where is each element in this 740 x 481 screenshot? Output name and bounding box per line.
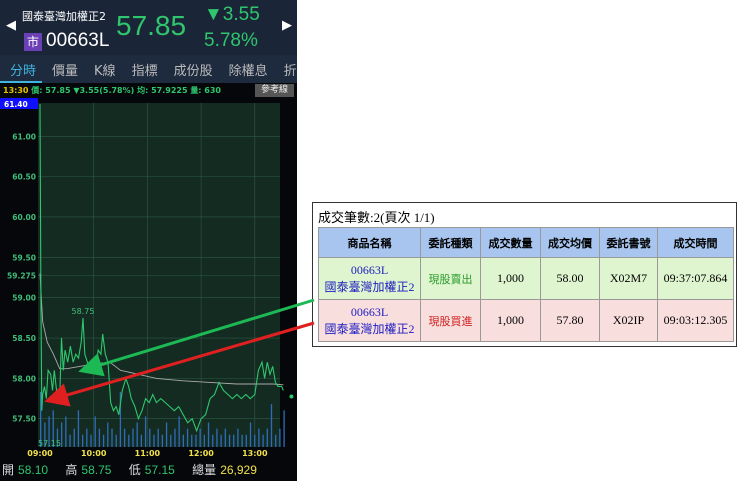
annotation-arrows (44, 298, 315, 407)
buy-arrow (44, 321, 315, 407)
sell-arrow (78, 298, 315, 377)
